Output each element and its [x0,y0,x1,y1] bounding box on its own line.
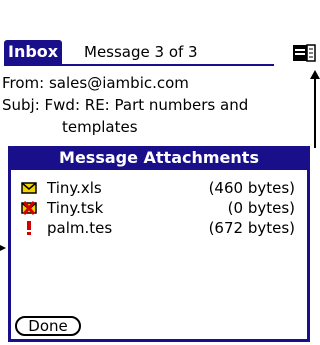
subject-line-2: templates [62,118,138,136]
attachment-size: (672 bytes) [208,219,295,237]
envelope-error-icon [21,201,37,215]
attachment-name: palm.tes [47,219,113,237]
done-button[interactable]: Done [15,316,81,336]
attachment-size: (0 bytes) [227,199,295,217]
subject-line-1: Subj: Fwd: RE: Part numbers and [2,96,249,114]
attachment-name: Tiny.tsk [47,199,104,217]
attachments-dialog: Message Attachments Tiny.xls (460 bytes)… [8,146,310,342]
envelope-icon [21,182,37,194]
app-title[interactable]: Inbox [4,40,63,64]
attachment-name: Tiny.xls [47,179,102,197]
exclamation-icon [27,221,31,235]
title-bar: Inbox Message 3 of 3 [0,40,320,66]
from-line: From: sales@iambic.com [2,74,189,92]
message-counter: Message 3 of 3 [84,43,198,61]
attachment-row[interactable]: palm.tes (672 bytes) [17,218,301,238]
attachment-size: (460 bytes) [208,179,295,197]
scrollbar[interactable] [314,78,316,148]
menu-icon[interactable] [292,44,316,62]
attachment-row[interactable]: Tiny.tsk (0 bytes) [17,198,301,218]
attachment-row[interactable]: Tiny.xls (460 bytes) [17,178,301,198]
scroll-marker-icon [0,245,6,251]
dialog-title: Message Attachments [8,146,310,170]
title-underline [4,64,274,66]
